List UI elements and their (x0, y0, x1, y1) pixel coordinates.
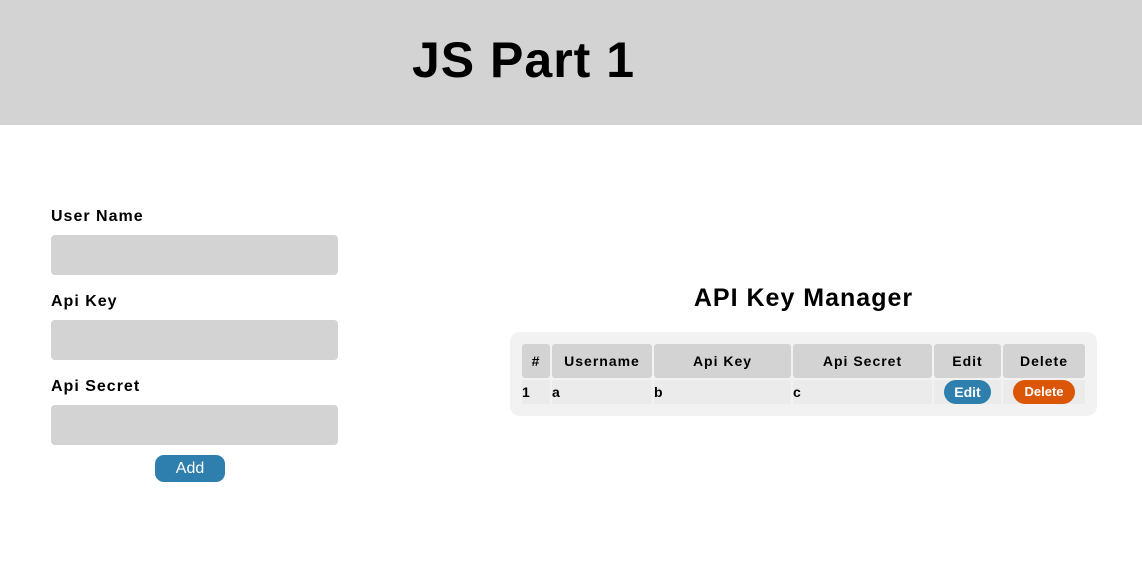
api-secret-input[interactable] (51, 405, 338, 445)
add-button[interactable]: Add (155, 455, 225, 482)
page-title: JS Part 1 (412, 32, 636, 88)
column-header-api-key: Api Key (654, 344, 791, 378)
column-header-number: # (522, 344, 550, 378)
column-header-username: Username (552, 344, 652, 378)
api-secret-label: Api Secret (51, 378, 141, 395)
column-header-delete: Delete (1003, 344, 1085, 378)
username-input[interactable] (51, 235, 338, 275)
api-key-table: # Username Api Key Api Secret Edit Delet… (510, 332, 1097, 416)
row-1-edit-button[interactable]: Edit (944, 380, 991, 404)
manager-title: API Key Manager (693, 284, 914, 312)
api-key-form: User Name Api Key Api Secret Add (51, 205, 338, 482)
row-1-number: 1 (522, 380, 550, 404)
api-key-input[interactable] (51, 320, 338, 360)
row-1-username: a (552, 380, 652, 404)
row-1-delete-button[interactable]: Delete (1013, 380, 1075, 404)
api-key-label: Api Key (51, 293, 118, 310)
row-1-api-secret: c (793, 380, 932, 404)
username-label: User Name (51, 208, 144, 225)
row-1-api-key: b (654, 380, 791, 404)
column-header-edit: Edit (934, 344, 1001, 378)
page: JS Part 1 User Name Api Key Api Secret A… (0, 0, 1142, 569)
page-header: JS Part 1 (0, 0, 1142, 125)
column-header-api-secret: Api Secret (793, 344, 932, 378)
